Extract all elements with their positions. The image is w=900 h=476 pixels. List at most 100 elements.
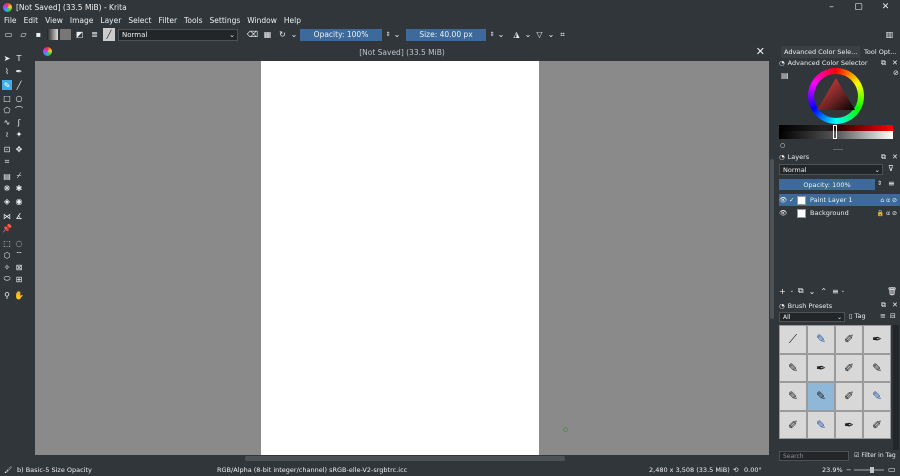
ellipse-select-tool-icon[interactable]: ◌ <box>14 238 24 248</box>
chevron-down-icon[interactable]: ⌄ <box>291 28 298 41</box>
duplicate-layer-icon[interactable]: ⧉ <box>798 286 804 296</box>
brush-preset-icon[interactable]: ╱ <box>103 28 115 41</box>
enclose-fill-tool-icon[interactable]: ◉ <box>14 196 24 206</box>
multibrush-tool-icon[interactable]: ✦ <box>14 129 24 139</box>
tab-tool-options[interactable]: Tool Opt... <box>861 46 900 58</box>
polygon-select-tool-icon[interactable]: ⬡ <box>2 250 12 260</box>
menu-settings[interactable]: Settings <box>210 16 241 25</box>
close-panel-icon[interactable]: ✕ <box>892 301 898 309</box>
brush-preset-item[interactable]: ⟋ <box>779 325 807 354</box>
brush-preset-item[interactable]: ✐ <box>863 410 891 439</box>
visibility-eye-icon[interactable]: 👁 <box>779 209 789 217</box>
zoom-slider[interactable] <box>854 469 884 471</box>
brush-preset-item[interactable]: ✒ <box>807 353 835 382</box>
reset-color-icon[interactable]: ⊘ <box>893 69 899 77</box>
brush-filter-select[interactable]: All ⌄ <box>779 312 845 322</box>
brush-preset-item[interactable]: ✐ <box>835 353 863 382</box>
brush-preset-item[interactable]: ✒ <box>835 410 863 439</box>
float-panel-icon[interactable]: ⧉ <box>881 301 886 310</box>
bezier-select-tool-icon[interactable]: ⬭ <box>2 274 12 284</box>
menu-view[interactable]: View <box>45 16 63 25</box>
edit-shapes-tool-icon[interactable]: ⌇ <box>2 66 12 76</box>
vertical-scroll-thumb[interactable] <box>770 159 774 319</box>
brush-preset-item[interactable]: ✎ <box>779 382 807 411</box>
layer-menu-icon[interactable]: ≡ <box>888 179 895 188</box>
fit-screen-icon[interactable]: ▭ <box>888 465 896 474</box>
brush-preset-item[interactable]: ✐ <box>779 410 807 439</box>
blend-mode-select[interactable]: Normal ⌄ <box>118 28 238 41</box>
vertical-scrollbar[interactable] <box>769 59 775 455</box>
menu-filter[interactable]: Filter <box>158 16 177 25</box>
transform-tool-icon[interactable]: ⊡ <box>2 144 12 154</box>
zoom-tool-icon[interactable]: ⚲ <box>2 290 12 300</box>
chevron-down-icon[interactable]: ⌄ <box>498 28 505 41</box>
gradient-tool-icon[interactable]: ▤ <box>2 171 12 181</box>
float-panel-icon[interactable]: ⧉ <box>881 153 886 162</box>
view-mode-icon[interactable]: ≡ <box>880 312 886 320</box>
menu-edit[interactable]: Edit <box>24 16 39 25</box>
status-zoom[interactable]: 23.9% <box>822 466 843 474</box>
reload-preset-icon[interactable]: ↻ <box>276 28 289 41</box>
brush-scrollbar[interactable] <box>893 325 899 450</box>
new-document-icon[interactable]: ▭ <box>2 28 15 41</box>
menu-select[interactable]: Select <box>128 16 151 25</box>
tag-button[interactable]: ▯ Tag <box>849 312 866 320</box>
rotation-icon[interactable]: ⟲ <box>733 466 738 474</box>
tab-advanced-color-selector[interactable]: Advanced Color Sele... <box>781 46 861 58</box>
magnetic-select-tool-icon[interactable]: ⊞ <box>14 274 24 284</box>
brush-preset-item[interactable]: ✒ <box>863 325 891 354</box>
color-bar-cursor[interactable] <box>833 125 837 139</box>
brush-preset-item[interactable]: ✎ <box>779 353 807 382</box>
color-picker-tool-icon[interactable]: ⌿ <box>14 171 24 181</box>
rectangle-select-tool-icon[interactable]: ⬚ <box>2 238 12 248</box>
filter-in-tag-checkbox[interactable]: ☑ Filter in Tag <box>854 452 896 459</box>
mirror-horizontal-icon[interactable]: ◮ <box>510 28 523 41</box>
select-shapes-tool-icon[interactable]: ➤ <box>2 53 12 63</box>
brush-preset-item[interactable]: ✎ <box>807 325 835 354</box>
open-document-icon[interactable]: ▱ <box>17 28 30 41</box>
brush-settings-icon[interactable]: ≣ <box>88 28 101 41</box>
layer-opacity-slider[interactable]: Opacity: 100% <box>779 179 875 190</box>
measure-tool-icon[interactable]: ∡ <box>14 211 24 221</box>
menu-tools[interactable]: Tools <box>184 16 202 25</box>
layer-blend-mode-select[interactable]: Normal ⌄ <box>779 164 883 175</box>
brush-preset-item[interactable]: ✎ <box>807 410 835 439</box>
canvas-paper[interactable] <box>261 61 539 455</box>
status-rotation[interactable]: 0.00° <box>744 466 762 474</box>
menu-help[interactable]: Help <box>284 16 301 25</box>
mirror-vertical-icon[interactable]: ▽ <box>533 28 546 41</box>
horizontal-scrollbar[interactable] <box>35 455 769 462</box>
close-window-button[interactable]: ✕ <box>872 0 899 14</box>
add-layer-icon[interactable]: + <box>779 287 786 296</box>
freehand-path-tool-icon[interactable]: ʃ <box>14 117 24 127</box>
smart-patch-tool-icon[interactable]: ✱ <box>14 183 24 193</box>
chevron-down-icon[interactable]: ⌄ <box>394 28 401 41</box>
import-preset-icon[interactable]: ⊟ <box>890 312 896 320</box>
canvas-viewport[interactable] <box>35 61 769 455</box>
text-tool-icon[interactable]: T <box>14 53 24 63</box>
polygon-tool-icon[interactable]: ⬠ <box>2 105 12 115</box>
workspace-icon[interactable]: ▥ <box>883 28 896 41</box>
menu-file[interactable]: File <box>4 16 17 25</box>
assistant-tool-icon[interactable]: ⋈ <box>2 211 12 221</box>
color-history-icon[interactable]: ○ <box>780 142 785 149</box>
eraser-icon[interactable]: ⌫ <box>246 28 259 41</box>
filter-icon[interactable]: ⊽ <box>888 164 894 173</box>
close-canvas-button[interactable]: ✕ <box>756 45 765 58</box>
color-triangle[interactable] <box>815 76 857 114</box>
layer-lock-icon[interactable]: 🔒 α ⊘ <box>877 210 897 217</box>
colorize-mask-tool-icon[interactable]: ❋ <box>2 183 12 193</box>
size-spin-icon[interactable]: ⇕ <box>488 28 496 41</box>
freehand-select-tool-icon[interactable]: ⌔ <box>14 250 24 260</box>
chevron-down-icon[interactable]: ⌄ <box>790 288 794 294</box>
chevron-down-icon[interactable]: ⌄ <box>525 28 532 41</box>
contiguous-select-tool-icon[interactable]: ✧ <box>2 262 12 272</box>
close-panel-icon[interactable]: ✕ <box>892 153 898 161</box>
rectangle-tool-icon[interactable]: □ <box>2 93 12 103</box>
minimize-button[interactable]: – <box>818 0 845 14</box>
similar-select-tool-icon[interactable]: ⊠ <box>14 262 24 272</box>
fill-tool-icon[interactable]: ◈ <box>2 196 12 206</box>
move-tool-icon[interactable]: ✥ <box>14 144 24 154</box>
bezier-tool-icon[interactable]: ∿ <box>2 117 12 127</box>
gradient-icon[interactable] <box>47 29 58 40</box>
